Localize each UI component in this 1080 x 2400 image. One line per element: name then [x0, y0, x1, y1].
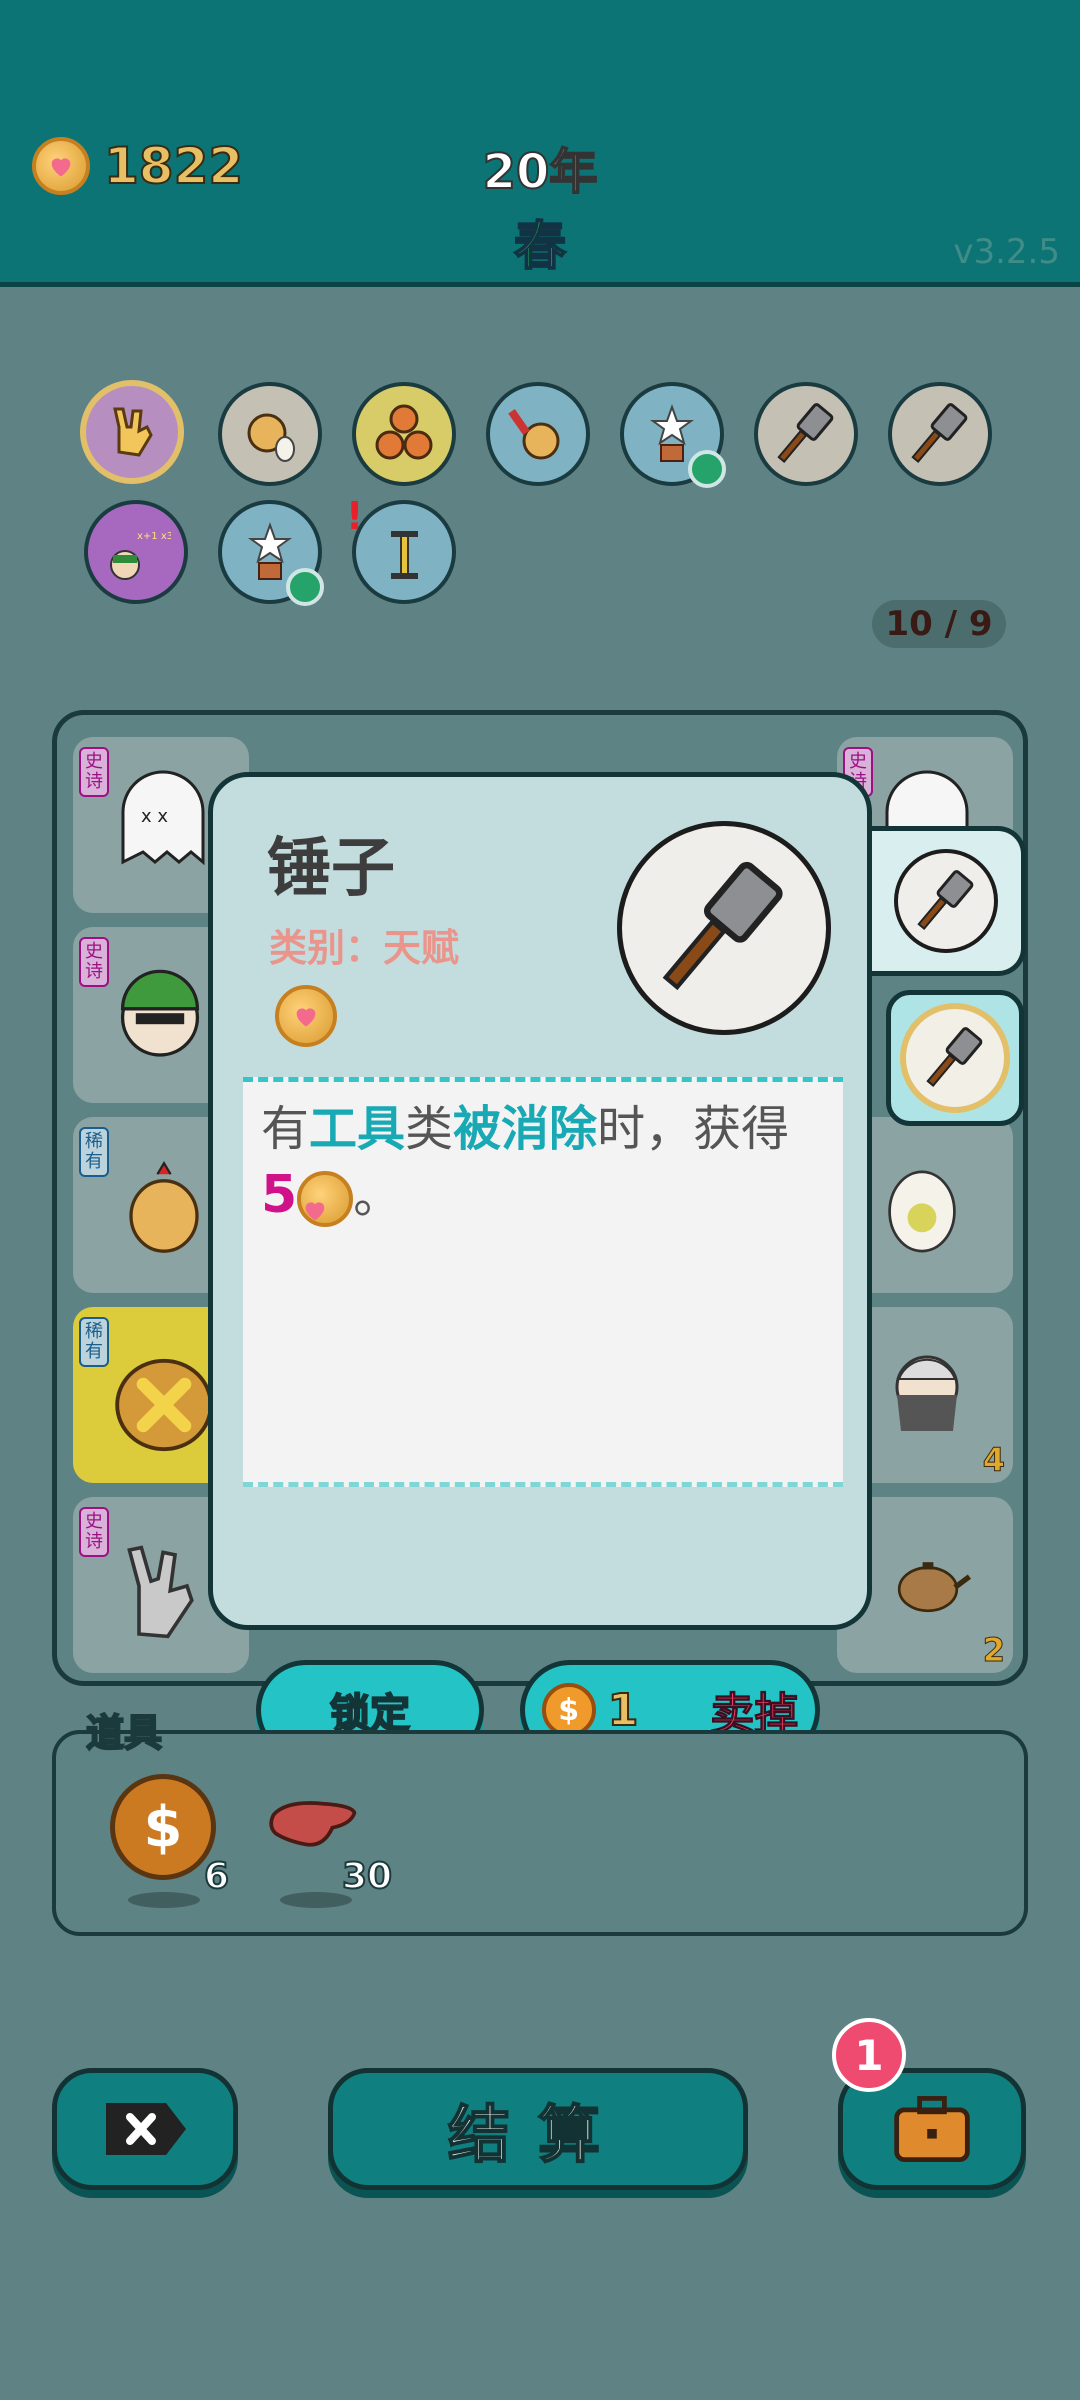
talent-flower-pot-2[interactable] [218, 500, 324, 606]
heart-coin-icon [297, 1171, 354, 1227]
rarity-tag-epic: 史诗 [79, 747, 109, 797]
items-title: 道具 [85, 1710, 163, 1756]
hammer-icon [916, 870, 973, 931]
talent-rock-hand[interactable] [80, 380, 184, 484]
teapot-icon [897, 1562, 972, 1613]
dollar-coin-icon: $ [541, 1683, 596, 1737]
desc-keyword-removed: 被消除 [453, 1101, 598, 1157]
talent-flower-pot[interactable] [620, 382, 726, 488]
version-label: v3.2.5 [953, 232, 1060, 272]
desc-text: 。 [353, 1168, 402, 1224]
settle-button[interactable]: 结算 [328, 2068, 748, 2190]
desc-keyword-tool: 工具 [309, 1101, 406, 1157]
talent-hammer-1[interactable] [754, 382, 858, 486]
desc-text: 时，获得 [597, 1101, 790, 1157]
hammer-icon [911, 403, 968, 464]
talent-chick-egg[interactable] [218, 382, 322, 486]
rock-hand-icon [127, 1545, 194, 1639]
item-shadow [128, 1892, 200, 1908]
notification-badge: 1 [832, 2018, 906, 2092]
talent-basketballs[interactable] [352, 382, 456, 486]
talent-syringe-chick[interactable] [486, 382, 590, 486]
basketballs-icon [375, 404, 433, 460]
ghost-icon: x x [121, 770, 205, 866]
briefcase-icon [894, 2096, 970, 2162]
green-dot-icon [286, 568, 324, 606]
top-bar: 1822 20年 春 v3.2.5 [0, 0, 1080, 287]
talent-air-pump[interactable]: ! [346, 494, 456, 604]
chick-icon [129, 1161, 199, 1253]
desc-text: 类 [405, 1101, 454, 1157]
item-title: 锤子 [267, 832, 395, 906]
side-tab-hammer[interactable] [870, 826, 1026, 976]
sell-price: 1 [607, 1684, 640, 1737]
season-label: 春 [513, 216, 567, 278]
math-head-icon: x+1 x3 [110, 531, 171, 580]
talent-hammer-2[interactable] [888, 382, 992, 486]
item-description: 有工具类被消除时，获得 5 。 [243, 1077, 843, 1487]
svg-text:x x: x x [141, 806, 168, 827]
talent-counter: 10 / 9 [872, 600, 1006, 648]
rock-hand-icon [113, 407, 153, 457]
settle-label: 结算 [447, 2097, 628, 2172]
sunglasses-man-icon [120, 969, 200, 1057]
alert-icon: ! [346, 494, 364, 538]
talent-math-head[interactable]: x+1 x3 [84, 500, 188, 604]
coin-item-count: 6 [203, 1855, 230, 1898]
close-icon [106, 2103, 186, 2155]
svg-text:x+1 x3: x+1 x3 [137, 531, 171, 542]
item-category: 类别：天赋 [269, 926, 460, 970]
item-count: 2 [982, 1631, 1005, 1670]
green-dot-icon [688, 450, 726, 488]
hammer-icon [662, 861, 783, 991]
chick-egg-icon [247, 413, 295, 462]
hammer-icon [777, 403, 834, 464]
dollar-coin-item[interactable]: $ [110, 1774, 216, 1880]
heart-coin-icon [275, 985, 337, 1047]
syringe-chick-icon [508, 409, 560, 460]
bearded-man-icon [895, 1355, 959, 1431]
item-hammer-icon [617, 821, 831, 1035]
liver-item-count: 30 [341, 1855, 393, 1898]
reward-amount: 5 [261, 1165, 298, 1225]
liver-icon[interactable] [268, 1794, 360, 1854]
rarity-tag-rare: 稀有 [79, 1127, 109, 1177]
hammer-icon [926, 1027, 983, 1088]
item-detail-popup: 锤子 类别：天赋 有工具类被消除时，获得 5 。 [208, 772, 872, 1630]
exit-button[interactable] [52, 2068, 238, 2190]
item-count: 4 [982, 1441, 1005, 1480]
year-label: 20年 [482, 143, 599, 201]
egg-icon [888, 1170, 956, 1253]
desc-text: 有 [261, 1101, 310, 1157]
side-selected-hammer[interactable] [886, 990, 1024, 1126]
air-pump-icon [391, 531, 418, 579]
